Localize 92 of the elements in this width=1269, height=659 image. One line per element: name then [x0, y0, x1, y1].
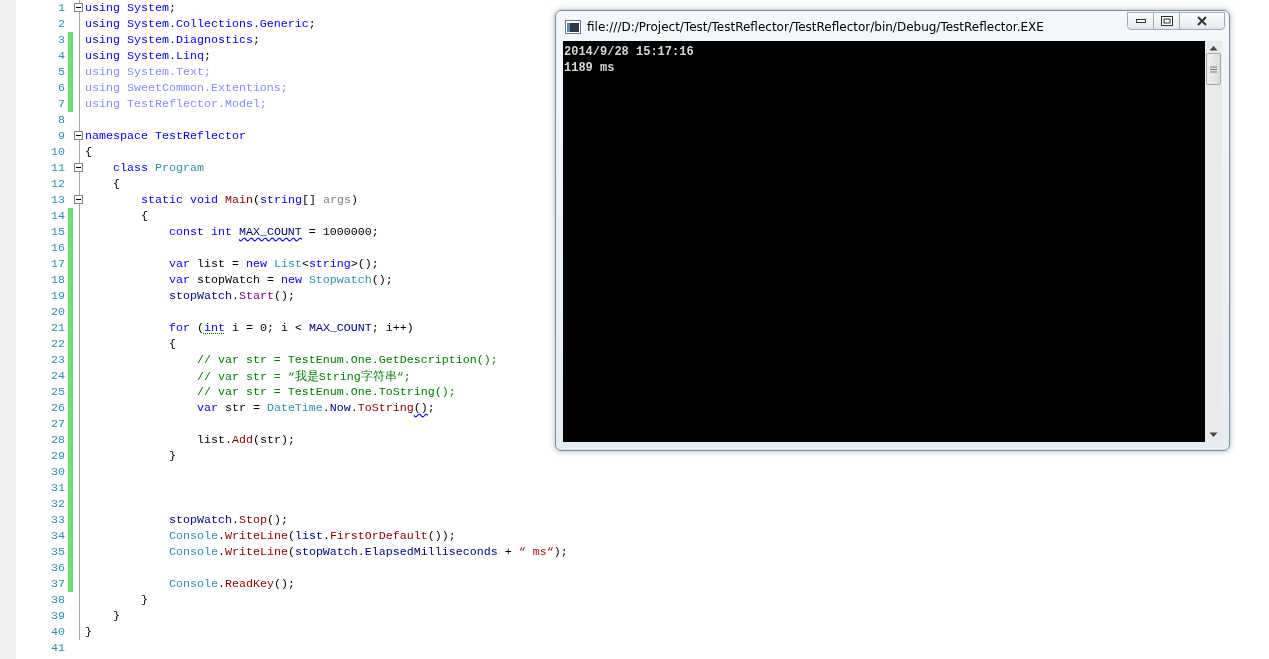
line-number: 29	[50, 449, 66, 463]
grip-icon	[1210, 65, 1217, 73]
console-output-line: 1189 ms	[564, 60, 616, 76]
window-title: file:///D:/Project/Test/TestReflector/TestReflector/bin/Debug/TestReflector.EXE	[587, 19, 1044, 34]
line-number: 24	[50, 369, 66, 383]
code-line: using System;	[85, 1, 176, 15]
code-line: const int MAX_COUNT = 1000000;	[168, 225, 379, 239]
line-number: 31	[50, 481, 66, 495]
code-line: using System.Diagnostics;	[85, 33, 260, 47]
code-line: }	[113, 609, 120, 623]
line-number: 15	[50, 225, 66, 239]
line-number: 20	[50, 305, 66, 319]
restore-icon	[1160, 16, 1173, 26]
console-app-icon	[565, 19, 581, 34]
line-number: 14	[50, 209, 66, 223]
code-line: {	[85, 145, 92, 159]
code-line: class Program	[113, 161, 204, 175]
code-line: // var str = “我是String字符串“;	[196, 368, 411, 384]
line-number: 37	[50, 577, 66, 591]
line-number: 11	[50, 161, 66, 175]
line-number: 33	[50, 513, 66, 527]
code-line: stopWatch.Start();	[168, 289, 295, 303]
restore-button[interactable]	[1153, 12, 1180, 30]
line-number: 22	[50, 337, 66, 351]
line-number: 18	[50, 273, 66, 287]
code-line: Console.ReadKey();	[168, 577, 295, 591]
scrollbar[interactable]	[1205, 41, 1222, 442]
line-number: 35	[50, 545, 66, 559]
code-line: stopWatch.Stop();	[168, 513, 288, 527]
code-line: namespace TestReflector	[85, 129, 246, 143]
line-number: 8	[57, 113, 66, 127]
code-line: }	[140, 593, 148, 607]
line-number: 40	[50, 625, 66, 639]
code-line: Console.WriteLine(stopWatch.ElapsedMilliseconds + “ ms“);	[168, 545, 568, 559]
line-number: 26	[50, 401, 66, 415]
code-line: using System.Text;	[85, 65, 211, 79]
line-number: 28	[50, 433, 66, 447]
line-number: 16	[50, 241, 66, 255]
line-number: 30	[50, 465, 66, 479]
close-button[interactable]	[1179, 12, 1225, 30]
console-output-line: 2014/9/28 15:17:16	[564, 44, 695, 60]
line-number: 7	[57, 97, 66, 111]
line-number: 2	[57, 17, 66, 31]
code-line: }	[168, 449, 176, 463]
code-line: {	[168, 337, 176, 351]
code-line: var stopWatch = new Stopwatch();	[168, 273, 393, 287]
collapse-icon[interactable]	[74, 131, 83, 140]
code-line: var list = new List<string>();	[168, 257, 379, 271]
minimize-button[interactable]	[1127, 12, 1154, 30]
line-number: 3	[57, 33, 66, 47]
code-line: using TestReflector.Model;	[85, 97, 267, 111]
line-number: 6	[57, 81, 66, 95]
line-number: 10	[50, 145, 66, 159]
code-line: {	[113, 177, 120, 191]
code-line: // var str = TestEnum.One.GetDescription();	[196, 353, 498, 367]
line-number: 17	[50, 257, 66, 271]
code-line: using System.Collections.Generic;	[85, 17, 316, 31]
scroll-down-icon[interactable]	[1209, 432, 1218, 438]
scroll-thumb[interactable]	[1206, 53, 1221, 85]
line-number: 25	[50, 385, 66, 399]
line-number: 4	[57, 49, 66, 63]
line-number: 36	[50, 561, 66, 575]
line-number: 41	[50, 641, 66, 655]
code-line: for (int i = 0; i < MAX_COUNT; i++)	[168, 321, 414, 335]
code-line: Console.WriteLine(list.FirstOrDefault());	[168, 529, 456, 543]
code-line: var str = DateTime.Now.ToString();	[196, 401, 435, 415]
code-line: using SweetCommon.Extentions;	[85, 81, 288, 95]
close-icon	[1197, 16, 1207, 26]
line-number: 19	[50, 289, 66, 303]
line-number: 39	[50, 609, 66, 623]
line-number: 34	[50, 529, 66, 543]
scroll-up-icon[interactable]	[1209, 45, 1218, 51]
line-number: 9	[57, 129, 66, 143]
code-line: list.Add(str);	[196, 433, 295, 447]
collapse-icon[interactable]	[74, 3, 83, 12]
code-line: {	[140, 209, 148, 223]
line-number: 12	[50, 177, 66, 191]
line-number: 21	[50, 321, 66, 335]
code-line: static void Main(string[] args)	[140, 193, 358, 207]
line-number: 13	[50, 193, 66, 207]
code-line: // var str = TestEnum.One.ToString();	[196, 385, 456, 399]
line-number: 38	[50, 593, 66, 607]
code-line: }	[85, 625, 92, 639]
collapse-icon[interactable]	[74, 163, 83, 172]
collapse-icon[interactable]	[74, 195, 83, 204]
minimize-icon	[1135, 18, 1146, 24]
code-line: using System.Linq;	[85, 49, 211, 63]
line-number: 32	[50, 497, 66, 511]
line-number: 5	[57, 65, 66, 79]
line-number: 23	[50, 353, 66, 367]
line-number: 1	[57, 1, 66, 15]
line-number: 27	[50, 417, 66, 431]
